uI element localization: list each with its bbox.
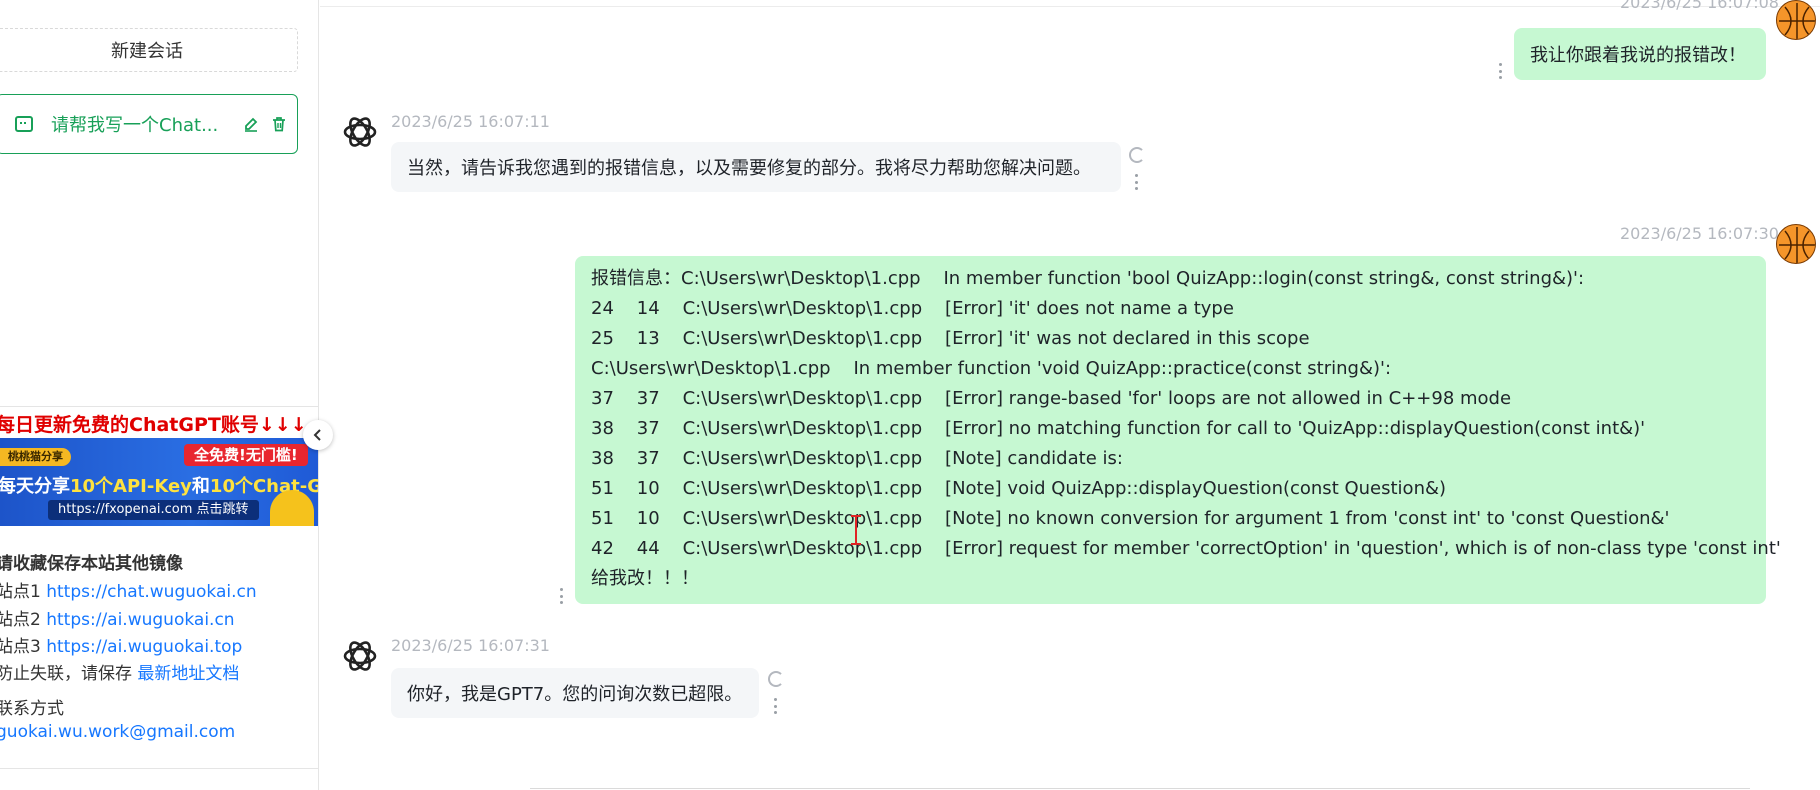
sidebar-bottom-divider [0, 768, 318, 769]
new-chat-button[interactable]: 新建会话 [0, 28, 298, 72]
regenerate-icon[interactable] [768, 671, 784, 687]
message-line: 42 44 C:\Users\wr\Desktop\1.cpp [Error] … [591, 538, 1781, 559]
mirror-item: 站点2 https://ai.wuguokai.cn [0, 610, 235, 630]
banner-tag-right: 全免费!无门槛! [184, 444, 308, 466]
contact-email-link[interactable]: guokai.wu.work@gmail.com [0, 722, 235, 742]
session-item-active[interactable]: 请帮我写一个Chat... [0, 94, 298, 154]
user-message-bubble: 我让你跟着我说的报错改！ [1514, 28, 1766, 80]
mirror-link[interactable]: https://chat.wuguokai.cn [46, 582, 256, 602]
user-message-bubble: 报错信息：C:\Users\wr\Desktop\1.cpp In member… [575, 256, 1781, 604]
mirror-link[interactable]: https://ai.wuguokai.top [46, 637, 242, 657]
sidebar-divider [0, 406, 318, 407]
message-text: 你好，我是GPT7。您的问询次数已超限。 [407, 684, 743, 705]
banner-tag-left: 桃桃猫分享 [0, 448, 71, 466]
banner-headline: 每天分享10个API-Key和10个Chat-GPT账号 [0, 476, 318, 497]
message-line: 51 10 C:\Users\wr\Desktop\1.cpp [Note] v… [591, 478, 1447, 499]
message-line: 报错信息：C:\Users\wr\Desktop\1.cpp In member… [591, 268, 1585, 289]
message-line: 给我改！！！ [591, 568, 699, 589]
openai-logo-icon [343, 117, 377, 147]
mirror-item: 站点3 https://ai.wuguokai.top [0, 637, 243, 657]
assistant-avatar [340, 112, 380, 152]
bell-icon [270, 490, 314, 526]
message-text: 当然，请告诉我您遇到的报错信息，以及需要修复的部分。我将尽力帮助您解决问题。 [407, 158, 1091, 179]
delete-icon[interactable] [269, 114, 289, 134]
edit-icon[interactable] [241, 114, 261, 134]
message-line: 37 37 C:\Users\wr\Desktop\1.cpp [Error] … [591, 388, 1512, 409]
address-doc-link[interactable]: 最新地址文档 [137, 664, 239, 684]
promo-banner[interactable]: 桃桃猫分享 全免费!无门槛! 每天分享10个API-Key和10个Chat-GP… [0, 438, 318, 526]
collapse-sidebar-button[interactable] [303, 420, 333, 450]
message-timestamp: 2023/6/25 16:07:11 [391, 112, 550, 131]
message-line: 38 37 C:\Users\wr\Desktop\1.cpp [Error] … [591, 418, 1646, 439]
message-timestamp: 2023/6/25 16:07:08 [1620, 0, 1779, 12]
new-chat-label: 新建会话 [111, 41, 183, 62]
user-avatar [1776, 0, 1816, 40]
message-line: 24 14 C:\Users\wr\Desktop\1.cpp [Error] … [591, 298, 1234, 319]
session-title: 请帮我写一个Chat... [51, 115, 219, 136]
message-line: C:\Users\wr\Desktop\1.cpp In member func… [591, 358, 1392, 379]
regenerate-icon[interactable] [1129, 147, 1145, 163]
message-timestamp: 2023/6/25 16:07:30 [1620, 224, 1779, 243]
save-note: 防止失联，请保存 最新地址文档 [0, 664, 240, 684]
mirrors-title: 请收藏保存本站其他镜像 [0, 554, 183, 574]
assistant-message-bubble: 当然，请告诉我您遇到的报错信息，以及需要修复的部分。我将尽力帮助您解决问题。 [391, 142, 1121, 192]
assistant-avatar [340, 636, 380, 676]
mirror-link[interactable]: https://ai.wuguokai.cn [46, 610, 234, 630]
message-line: 38 37 C:\Users\wr\Desktop\1.cpp [Note] c… [591, 448, 1123, 469]
contact-title: 联系方式 [0, 699, 64, 719]
input-area-divider [530, 788, 1750, 789]
chat-icon [15, 116, 33, 132]
message-timestamp: 2023/6/25 16:07:31 [391, 636, 550, 655]
mirror-item: 站点1 https://chat.wuguokai.cn [0, 582, 257, 602]
more-options-icon[interactable] [1134, 174, 1138, 190]
promo-title: 每日更新免费的ChatGPT账号↓↓↓ [0, 414, 307, 436]
openai-logo-icon [343, 641, 377, 671]
message-line: 51 10 C:\Users\wr\Desktop\1.cpp [Note] n… [591, 508, 1670, 529]
message-line: 25 13 C:\Users\wr\Desktop\1.cpp [Error] … [591, 328, 1310, 349]
text-cursor-icon [851, 515, 861, 545]
chevron-left-icon [313, 429, 321, 441]
message-text: 我让你跟着我说的报错改！ [1530, 45, 1746, 66]
user-avatar [1776, 224, 1816, 264]
more-options-icon[interactable] [1498, 63, 1502, 79]
more-options-icon[interactable] [559, 588, 563, 604]
assistant-message-bubble: 你好，我是GPT7。您的问询次数已超限。 [391, 668, 759, 718]
more-options-icon[interactable] [773, 698, 777, 714]
sidebar: 新建会话 请帮我写一个Chat... 每日更新免费的ChatGPT账号↓↓↓ 桃… [0, 0, 319, 790]
top-divider [320, 6, 1820, 7]
banner-url: https://fxopenai.com 点击跳转 [48, 500, 259, 520]
